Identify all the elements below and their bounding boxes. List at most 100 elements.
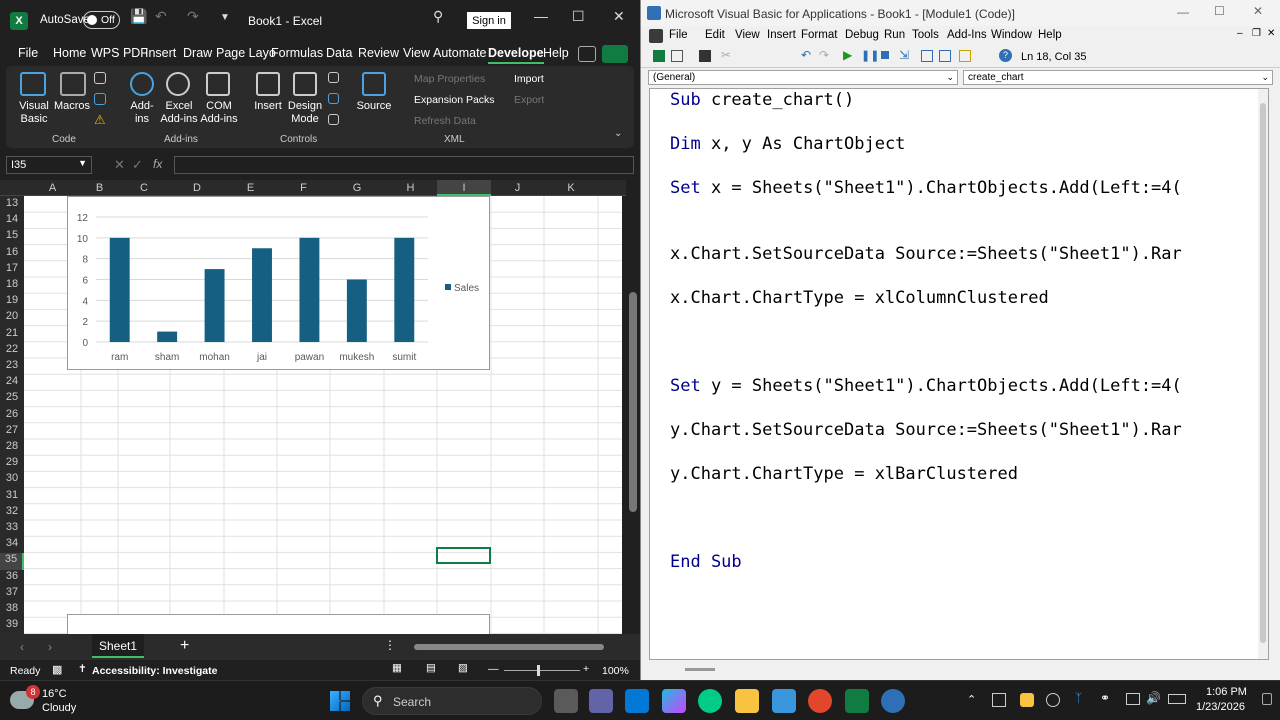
vertical-scrollbar[interactable] <box>626 180 640 634</box>
tab-draw[interactable]: Draw <box>183 46 212 60</box>
insert-function-icon[interactable]: fx <box>153 157 162 171</box>
vba-minimize-icon[interactable]: — <box>1177 5 1189 19</box>
procedure-combo[interactable]: create_chart ⌄ <box>963 70 1273 85</box>
taskbar-copilot-icon[interactable] <box>662 689 686 713</box>
row-header-37[interactable]: 37 <box>0 586 24 598</box>
tray-app3-icon[interactable] <box>1046 693 1060 707</box>
taskbar-pdf-icon[interactable] <box>808 689 832 713</box>
vba-close-icon[interactable]: ✕ <box>1253 4 1263 18</box>
formula-input[interactable] <box>174 156 634 174</box>
vba-menu-file[interactable]: File <box>669 29 688 41</box>
column-header-b[interactable]: B <box>81 182 118 194</box>
row-header-14[interactable]: 14 <box>0 213 24 225</box>
row-header-36[interactable]: 36 <box>0 570 24 582</box>
page-layout-view-icon[interactable]: ▤ <box>426 662 436 674</box>
com-add-ins-button[interactable]: COM Add-ins <box>198 100 240 126</box>
break-icon[interactable]: ❚❚ <box>861 49 879 62</box>
taskbar-excel-icon[interactable] <box>845 689 869 713</box>
prev-sheet-icon[interactable]: ‹ <box>20 640 24 654</box>
taskbar-explorer-icon[interactable] <box>735 689 759 713</box>
macro-record-icon[interactable]: ▩ <box>52 663 62 676</box>
vba-maximize-icon[interactable]: ☐ <box>1214 4 1225 18</box>
row-header-38[interactable]: 38 <box>0 602 24 614</box>
collapse-ribbon-icon[interactable]: ⌄ <box>614 128 622 139</box>
bar-ram[interactable] <box>109 237 130 342</box>
macros-button[interactable]: Macros <box>52 100 92 113</box>
normal-view-icon[interactable]: ▦ <box>392 662 402 674</box>
second-chart-edge[interactable] <box>67 614 490 634</box>
tab-automate[interactable]: Automate <box>433 46 487 60</box>
row-header-25[interactable]: 25 <box>0 391 24 403</box>
taskbar-teams-icon[interactable] <box>589 689 613 713</box>
notifications-icon[interactable] <box>1262 693 1272 705</box>
insert-controls-icon[interactable] <box>256 72 280 96</box>
zoom-in-icon[interactable]: + <box>583 663 589 675</box>
row-header-31[interactable]: 31 <box>0 489 24 501</box>
taskbar-vba-icon[interactable] <box>881 689 905 713</box>
help-icon[interactable]: ? <box>999 49 1012 62</box>
row-header-34[interactable]: 34 <box>0 537 24 549</box>
tab-page-layo[interactable]: Page Layo <box>216 46 276 60</box>
taskbar-search[interactable]: ⚲ Search <box>362 687 542 715</box>
accessibility-icon[interactable]: ✝ <box>78 663 87 675</box>
run-macro-icon[interactable]: ▶ <box>843 48 852 62</box>
excel-add-ins-button[interactable]: Excel Add-ins <box>158 100 200 126</box>
source-button[interactable]: Source <box>354 100 394 113</box>
export-button[interactable]: Export <box>514 94 544 106</box>
zoom-slider-thumb[interactable] <box>537 665 540 676</box>
bar-sham[interactable] <box>157 331 178 342</box>
close-icon[interactable]: ✕ <box>613 8 625 25</box>
map-properties-button[interactable]: Map Properties <box>414 73 485 85</box>
bar-pawan[interactable] <box>299 237 320 342</box>
row-header-21[interactable]: 21 <box>0 327 24 339</box>
row-header-29[interactable]: 29 <box>0 456 24 468</box>
start-windows-icon[interactable] <box>330 691 350 711</box>
column-header-j[interactable]: J <box>491 182 544 194</box>
bar-mukesh[interactable] <box>346 279 367 343</box>
undo-icon[interactable]: ↶ <box>155 8 167 25</box>
column-header-a[interactable]: A <box>24 182 81 194</box>
column-header-f[interactable]: F <box>277 182 330 194</box>
design-mode-icon[interactable] <box>293 72 317 96</box>
tray-chevron-icon[interactable]: ⌃ <box>967 693 976 706</box>
customize-qat-icon[interactable]: ▼ <box>220 12 230 23</box>
taskbar-notepad-icon[interactable] <box>772 689 796 713</box>
cut-icon[interactable]: ✂ <box>721 48 731 62</box>
row-header-18[interactable]: 18 <box>0 278 24 290</box>
row-header-15[interactable]: 15 <box>0 229 24 241</box>
row-header-22[interactable]: 22 <box>0 343 24 355</box>
view-code-icon[interactable] <box>328 93 339 104</box>
project-explorer-icon[interactable] <box>921 50 933 62</box>
visual-basic-icon[interactable] <box>20 72 46 96</box>
row-header-30[interactable]: 30 <box>0 472 24 484</box>
vba-undo-icon[interactable]: ↶ <box>801 48 811 62</box>
row-header-24[interactable]: 24 <box>0 375 24 387</box>
network-icon[interactable] <box>1126 693 1140 705</box>
horizontal-scrollbar[interactable] <box>404 642 622 652</box>
row-header-13[interactable]: 13 <box>0 197 24 209</box>
autosave-toggle[interactable]: Off <box>83 11 120 29</box>
code-window[interactable]: Sub create_chart() Dim x, y As ChartObjec… <box>649 88 1269 660</box>
visual-basic-button[interactable]: Visual Basic <box>14 100 54 126</box>
mdi-minimize-icon[interactable]: – <box>1237 28 1243 39</box>
column-header-i[interactable]: I <box>437 180 491 196</box>
search-icon[interactable]: ⚲ <box>433 8 443 25</box>
excel-add-ins-icon[interactable] <box>166 72 190 96</box>
column-header-k[interactable]: K <box>544 182 598 194</box>
run-dialog-icon[interactable] <box>328 114 339 125</box>
column-header-c[interactable]: C <box>118 182 170 194</box>
row-header-16[interactable]: 16 <box>0 246 24 258</box>
page-break-view-icon[interactable]: ▨ <box>458 662 468 674</box>
tab-insert[interactable]: Insert <box>145 46 176 60</box>
worksheet-grid[interactable]: 0 2 4 6 8 10 12 ram sham mohan jai pawan mukesh sumit… <box>24 196 622 634</box>
selected-cell-i35[interactable] <box>436 547 491 564</box>
row-header-20[interactable]: 20 <box>0 310 24 322</box>
com-add-ins-icon[interactable] <box>206 72 230 96</box>
tray-app2-icon[interactable] <box>1020 693 1034 707</box>
maximize-icon[interactable]: ☐ <box>572 8 585 25</box>
battery-icon[interactable] <box>1168 694 1186 704</box>
tab-view[interactable]: View <box>403 46 430 60</box>
zoom-out-icon[interactable]: — <box>488 663 499 675</box>
vba-save-icon[interactable] <box>699 50 711 62</box>
row-header-28[interactable]: 28 <box>0 440 24 452</box>
